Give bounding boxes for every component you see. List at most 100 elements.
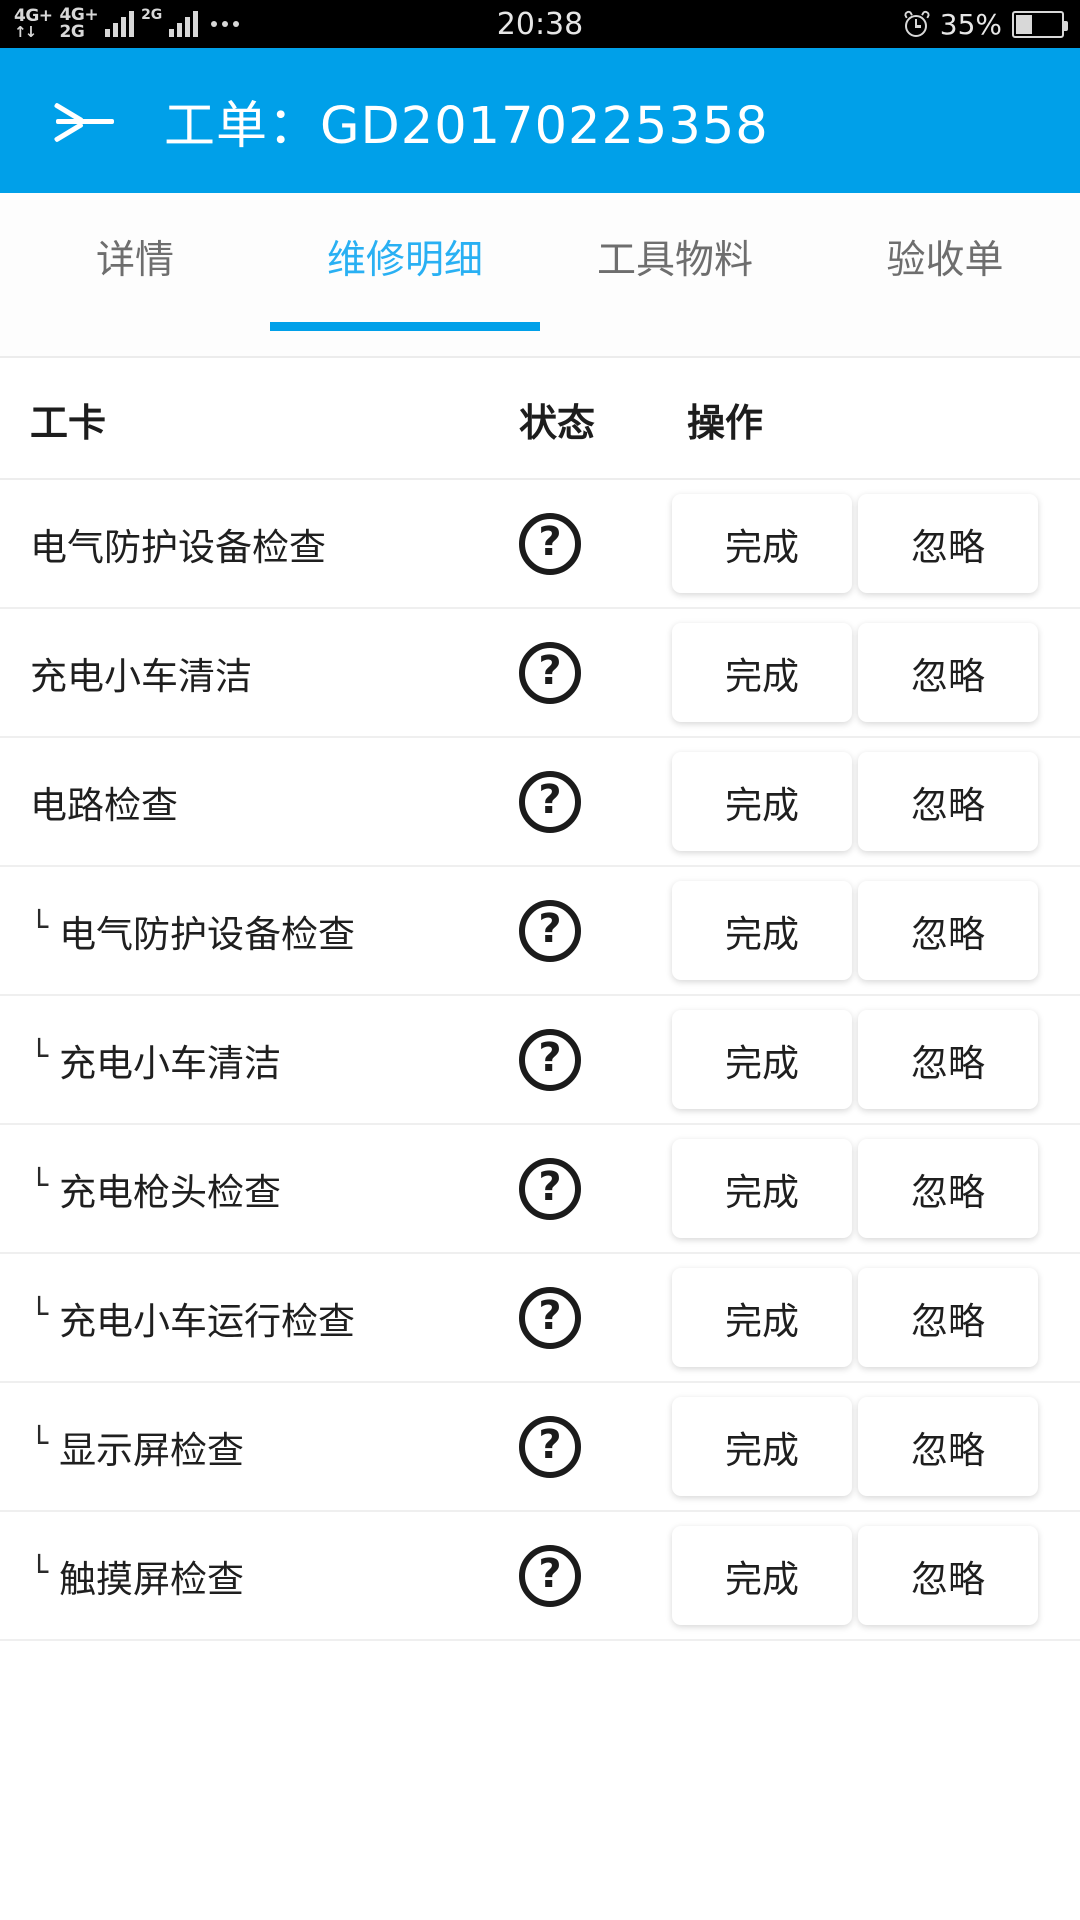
table-header: 工卡 状态 操作 xyxy=(0,358,1080,480)
complete-button[interactable]: 完成 xyxy=(672,1268,852,1367)
table-row: └ 充电小车清洁? 完成 忽略 xyxy=(0,996,1080,1125)
ignore-button[interactable]: 忽略 xyxy=(858,494,1038,593)
page-title: 工单：GD20170225358 xyxy=(164,96,769,156)
status-cell: ? xyxy=(518,1028,582,1091)
ignore-button[interactable]: 忽略 xyxy=(858,1010,1038,1109)
question-mark-icon: ? xyxy=(519,899,581,962)
work-card-name-cell: └ 电气防护设备检查 xyxy=(30,904,355,958)
complete-button[interactable]: 完成 xyxy=(672,1526,852,1625)
action-cell: 完成 忽略 xyxy=(672,1139,1038,1238)
tree-branch-icon: └ xyxy=(30,1296,49,1332)
question-mark-glyph: ? xyxy=(538,647,562,694)
app-bar: 工单：GD20170225358 xyxy=(0,48,1080,193)
action-cell: 完成 忽略 xyxy=(672,1526,1038,1625)
question-mark-glyph: ? xyxy=(538,905,562,952)
tab-acceptance-form-label: 验收单 xyxy=(886,238,1004,283)
ignore-button[interactable]: 忽略 xyxy=(858,1526,1038,1625)
table-row: 充电小车清洁? 完成 忽略 xyxy=(0,609,1080,738)
column-header-action: 操作 xyxy=(687,400,764,445)
status-cell: ? xyxy=(518,1286,582,1349)
complete-button[interactable]: 完成 xyxy=(672,494,852,593)
question-mark-icon: ? xyxy=(519,1544,581,1607)
ignore-button[interactable]: 忽略 xyxy=(858,1268,1038,1367)
table-row: └ 触摸屏检查? 完成 忽略 xyxy=(0,1512,1080,1641)
complete-button[interactable]: 完成 xyxy=(672,1010,852,1109)
status-cell: ? xyxy=(518,1544,582,1607)
tree-branch-icon: └ xyxy=(30,909,49,945)
question-mark-glyph: ? xyxy=(538,1292,562,1339)
work-card-name-cell: 电路检查 xyxy=(30,775,178,829)
ignore-button[interactable]: 忽略 xyxy=(858,1139,1038,1238)
work-card-name-label: 电气防护设备检查 xyxy=(59,912,356,956)
work-card-name-cell: └ 充电小车运行检查 xyxy=(30,1291,355,1345)
work-card-name-label: 触摸屏检查 xyxy=(59,1557,245,1601)
table-row: └ 充电枪头检查? 完成 忽略 xyxy=(0,1125,1080,1254)
tree-branch-icon: └ xyxy=(30,1554,49,1590)
work-card-name-label: 充电小车清洁 xyxy=(59,1041,282,1085)
tab-repair-detail[interactable]: 维修明细 xyxy=(270,193,540,331)
complete-button[interactable]: 完成 xyxy=(672,623,852,722)
question-mark-icon: ? xyxy=(519,641,581,704)
question-mark-icon: ? xyxy=(519,1415,581,1478)
tab-tools-materials[interactable]: 工具物料 xyxy=(540,193,810,285)
question-mark-icon: ? xyxy=(519,512,581,575)
work-card-name-label: 电路检查 xyxy=(30,783,178,827)
question-mark-icon: ? xyxy=(519,1157,581,1220)
column-header-work-card: 工卡 xyxy=(30,400,107,445)
status-cell: ? xyxy=(518,641,582,704)
column-header-status: 状态 xyxy=(519,400,596,445)
work-card-name-label: 电气防护设备检查 xyxy=(30,525,326,569)
complete-button[interactable]: 完成 xyxy=(672,1397,852,1496)
status-cell: ? xyxy=(518,512,582,575)
action-cell: 完成 忽略 xyxy=(672,623,1038,722)
question-mark-icon: ? xyxy=(519,770,581,833)
alarm-icon xyxy=(902,9,931,37)
question-mark-glyph: ? xyxy=(538,1034,562,1081)
tab-active-indicator xyxy=(270,322,540,331)
question-mark-glyph: ? xyxy=(538,1163,562,1210)
action-cell: 完成 忽略 xyxy=(672,1010,1038,1109)
work-card-name-cell: └ 触摸屏检查 xyxy=(30,1549,244,1603)
work-card-name-cell: 电气防护设备检查 xyxy=(30,517,326,571)
question-mark-glyph: ? xyxy=(538,1550,562,1597)
ignore-button[interactable]: 忽略 xyxy=(858,623,1038,722)
tab-detail[interactable]: 详情 xyxy=(0,193,270,285)
complete-button[interactable]: 完成 xyxy=(672,881,852,980)
tree-branch-icon: └ xyxy=(30,1425,49,1461)
ignore-button[interactable]: 忽略 xyxy=(858,752,1038,851)
work-card-name-label: 显示屏检查 xyxy=(59,1428,245,1472)
status-cell: ? xyxy=(518,1415,582,1478)
battery-icon xyxy=(1012,10,1068,38)
action-cell: 完成 忽略 xyxy=(672,752,1038,851)
question-mark-icon: ? xyxy=(519,1028,581,1091)
work-card-name-label: 充电小车清洁 xyxy=(30,654,252,698)
tab-bar: 详情 维修明细 工具物料 验收单 xyxy=(0,193,1080,358)
work-card-name-label: 充电枪头检查 xyxy=(59,1170,282,1214)
question-mark-glyph: ? xyxy=(538,776,562,823)
question-mark-glyph: ? xyxy=(538,518,562,565)
tab-detail-label: 详情 xyxy=(95,238,174,283)
table-row: 电气防护设备检查? 完成 忽略 xyxy=(0,480,1080,609)
work-card-name-cell: 充电小车清洁 xyxy=(30,646,252,700)
question-mark-glyph: ? xyxy=(538,1421,562,1468)
question-mark-icon: ? xyxy=(519,1286,581,1349)
work-card-name-cell: └ 充电枪头检查 xyxy=(30,1162,281,1216)
status-bar: 4G+ ↑↓ 4G+ 2G 2G 20:38 35% xyxy=(0,0,1080,48)
action-cell: 完成 忽略 xyxy=(672,1268,1038,1367)
tab-acceptance-form[interactable]: 验收单 xyxy=(810,193,1080,285)
work-card-name-label: 充电小车运行检查 xyxy=(59,1299,356,1343)
tree-branch-icon: └ xyxy=(30,1038,49,1074)
action-cell: 完成 忽略 xyxy=(672,494,1038,593)
complete-button[interactable]: 完成 xyxy=(672,752,852,851)
action-cell: 完成 忽略 xyxy=(672,1397,1038,1496)
complete-button[interactable]: 完成 xyxy=(672,1139,852,1238)
work-card-list: 电气防护设备检查? 完成 忽略 充电小车清洁? 完成 忽略 电路检查? 完成 忽略 └ 电气防护设备… xyxy=(0,480,1080,1641)
work-card-name-cell: └ 充电小车清洁 xyxy=(30,1033,281,1087)
back-arrow-icon[interactable] xyxy=(52,93,118,149)
status-cell: ? xyxy=(518,770,582,833)
table-row: 电路检查? 完成 忽略 xyxy=(0,738,1080,867)
ignore-button[interactable]: 忽略 xyxy=(858,1397,1038,1496)
ignore-button[interactable]: 忽略 xyxy=(858,881,1038,980)
table-row: └ 显示屏检查? 完成 忽略 xyxy=(0,1383,1080,1512)
work-card-name-cell: └ 显示屏检查 xyxy=(30,1420,244,1474)
